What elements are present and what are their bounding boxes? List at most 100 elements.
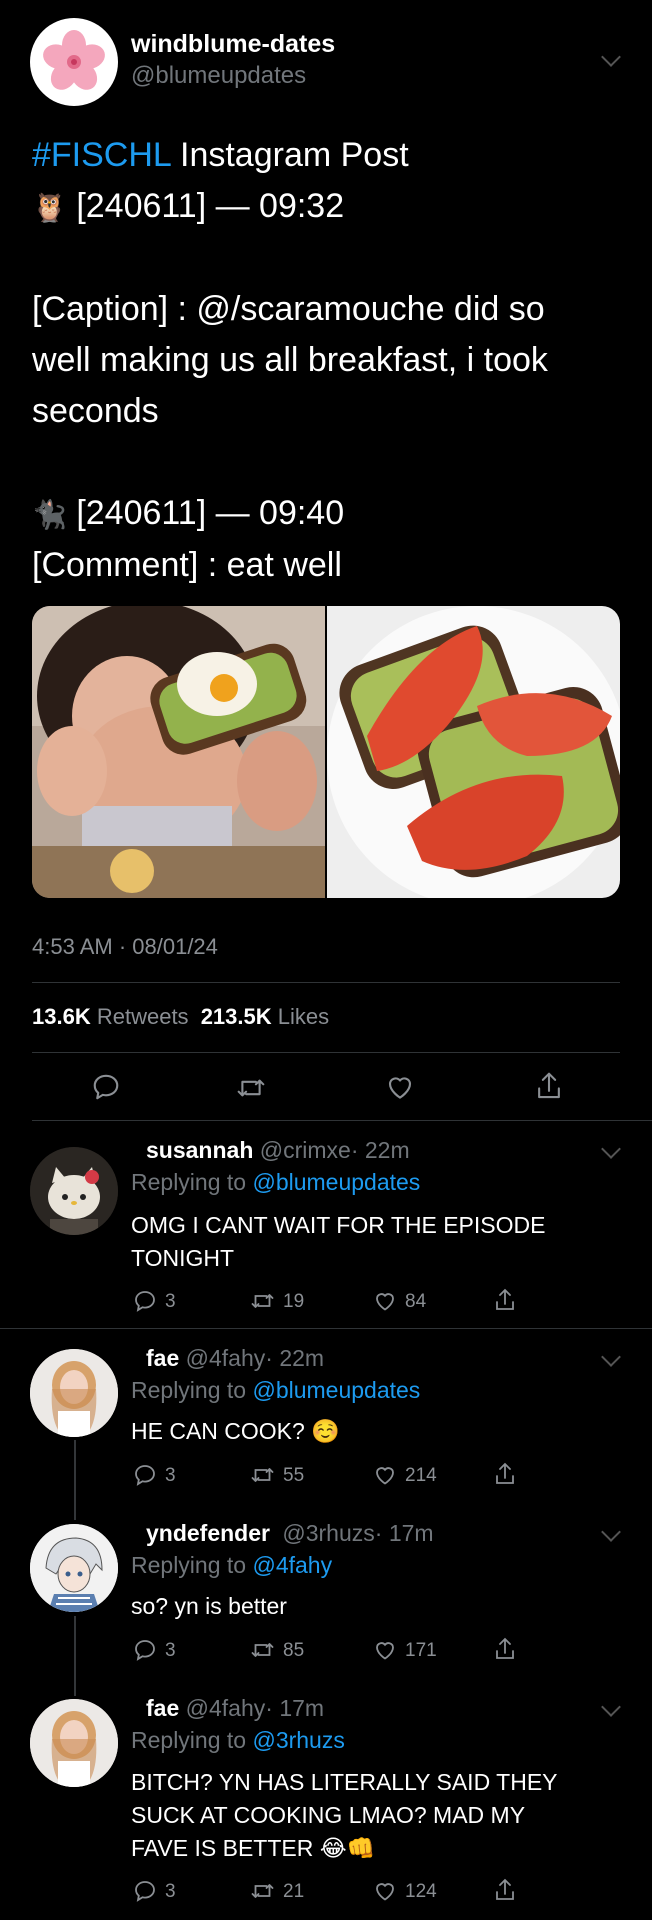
like-count: 214 [405,1465,437,1486]
author-avatar[interactable] [30,18,118,106]
reply-avatar[interactable] [30,1699,118,1787]
reply-avatar[interactable] [30,1147,118,1235]
reply-avatar[interactable] [30,1524,118,1612]
hello-kitty-avatar-icon [30,1147,118,1235]
reply-handle[interactable]: @crimxe [260,1137,351,1163]
reply-avatar[interactable] [30,1349,118,1437]
reply-count: 3 [165,1640,176,1661]
owl-emoji: 🦉 [32,192,67,223]
chevron-down-icon[interactable] [601,47,621,67]
share-icon[interactable] [493,1636,517,1662]
retweets-label[interactable]: Retweets [97,1004,189,1029]
reply-text-line: BITCH? YN HAS LITERALLY SAID THEY [131,1769,558,1795]
reply-icon[interactable] [133,1879,157,1903]
share-icon[interactable] [493,1461,517,1487]
reply-header: fae @4fahy· 22m [146,1345,324,1372]
caption-line-3: seconds [32,392,159,430]
reply-handle[interactable]: @3rhuzs [282,1520,374,1546]
like-icon[interactable] [385,1072,415,1102]
cat-emoji: 🐈‍⬛ [32,499,67,530]
comment-time: [240611] — 09:40 [76,494,345,532]
reply-time: · 22m [265,1345,325,1371]
girl-portrait-avatar-icon [30,1699,118,1787]
tweet-timestamp[interactable]: 4:53 AM · 08/01/24 [32,934,218,960]
media-photos [32,606,620,898]
reply-header: susannah @crimxe· 22m [146,1137,410,1164]
retweet-icon[interactable] [249,1638,276,1662]
chevron-down-icon[interactable] [601,1139,621,1159]
retweet-count: 19 [283,1291,305,1312]
likes-label[interactable]: Likes [278,1004,329,1029]
reply-icon[interactable] [133,1463,157,1487]
tweet-title-line: #FISCHL Instagram Post [32,130,632,181]
like-icon[interactable] [373,1289,397,1313]
replying-to-line: Replying to @blumeupdates [131,1169,420,1196]
reply-text-line: OMG I CANT WAIT FOR THE EPISODE [131,1212,546,1238]
divider [32,1052,620,1053]
share-icon[interactable] [493,1287,517,1313]
thread-connector-line [74,1440,76,1520]
divider [32,1120,652,1121]
replying-to-line: Replying to @blumeupdates [131,1377,420,1404]
avocado-toast-photo [327,606,620,898]
comment-text: [Comment] : eat well [32,546,342,584]
blossom-icon [43,30,105,90]
share-icon[interactable] [493,1877,517,1903]
reply-handle[interactable]: @4fahy [186,1345,266,1371]
replying-to-handle[interactable]: @blumeupdates [252,1169,420,1195]
retweets-count[interactable]: 13.6K [32,1004,91,1029]
reply-name[interactable]: fae [146,1695,179,1721]
retweet-count: 21 [283,1881,305,1902]
retweet-count: 85 [283,1640,305,1661]
reply-time: · 17m [374,1520,434,1546]
like-icon[interactable] [373,1463,397,1487]
reply-count: 3 [165,1881,176,1902]
replying-to-handle[interactable]: @4fahy [252,1552,332,1578]
replying-to-handle[interactable]: @3rhuzs [252,1727,344,1753]
reply-name[interactable]: fae [146,1345,179,1371]
reply-text: HE CAN COOK? ☺️ [131,1415,340,1448]
replying-to-handle[interactable]: @blumeupdates [252,1377,420,1403]
hashtag-link[interactable]: #FISCHL [32,136,171,174]
likes-count[interactable]: 213.5K [201,1004,272,1029]
anime-character-avatar-icon [30,1524,118,1612]
reply-count: 3 [165,1465,176,1486]
reply-name[interactable]: susannah [146,1137,253,1163]
reply-text-line: TONIGHT [131,1245,235,1271]
replying-to-line: Replying to @3rhuzs [131,1727,345,1754]
replying-to-line: Replying to @4fahy [131,1552,332,1579]
like-count: 171 [405,1640,437,1661]
retweet-icon[interactable] [235,1073,267,1103]
author-display-name[interactable]: windblume-dates [131,30,335,59]
reply-text: so? yn is better [131,1590,287,1623]
reply-time: · 22m [350,1137,410,1163]
like-icon[interactable] [373,1638,397,1662]
chevron-down-icon[interactable] [601,1697,621,1717]
comment-time-line: 🐈‍⬛ [240611] — 09:40 [32,488,632,540]
reply-icon[interactable] [91,1072,121,1102]
chevron-down-icon[interactable] [601,1522,621,1542]
retweet-icon[interactable] [249,1289,276,1313]
divider [0,1328,652,1329]
chevron-down-icon[interactable] [601,1347,621,1367]
reply-name[interactable]: yndefender [146,1520,270,1546]
replying-to-label: Replying to [131,1552,247,1578]
reply-text-line: SUCK AT COOKING LMAO? MAD MY [131,1802,526,1828]
share-icon[interactable] [534,1070,564,1102]
media-grid[interactable] [32,606,620,898]
retweet-icon[interactable] [249,1463,276,1487]
reply-icon[interactable] [133,1638,157,1662]
replying-to-label: Replying to [131,1727,247,1753]
engagement-stats: 13.6K Retweets 213.5K Likes [32,1004,329,1030]
reply-text: OMG I CANT WAIT FOR THE EPISODE TONIGHT [131,1209,545,1275]
reply-icon[interactable] [133,1289,157,1313]
caption-line-2: well making us all breakfast, i took [32,341,548,379]
retweet-icon[interactable] [249,1879,276,1903]
title-text: Instagram Post [170,136,409,174]
reply-header: yndefender @3rhuzs· 17m [146,1520,434,1547]
girl-portrait-avatar-icon [30,1349,118,1437]
replying-to-label: Replying to [131,1169,247,1195]
reply-handle[interactable]: @4fahy [186,1695,266,1721]
like-icon[interactable] [373,1879,397,1903]
author-handle[interactable]: @blumeupdates [131,62,306,90]
